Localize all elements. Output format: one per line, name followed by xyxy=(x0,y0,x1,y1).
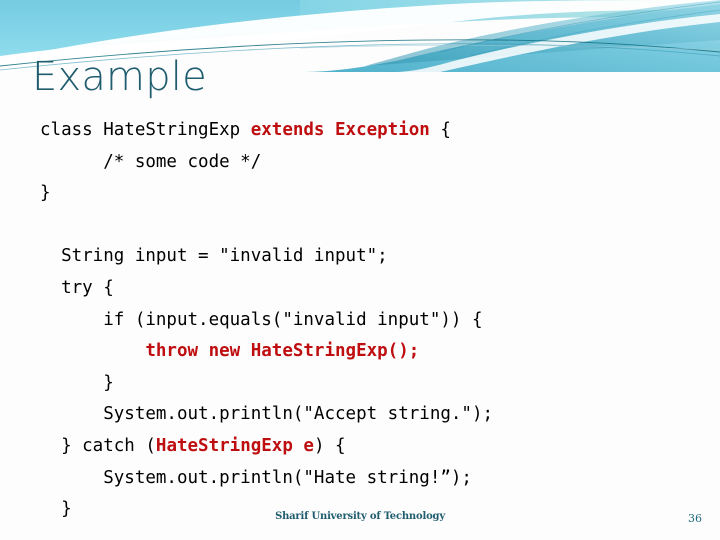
line-class-close: } xyxy=(40,178,690,210)
banner-base-band xyxy=(0,0,720,52)
line-if-close: } xyxy=(40,368,690,400)
code-segment: } xyxy=(40,183,51,204)
code-segment: extends Exception xyxy=(250,120,430,140)
banner-thin-line-3 xyxy=(299,44,720,51)
code-segment: System.out.println("Accept string."); xyxy=(40,404,494,425)
page-number: 36 xyxy=(688,512,702,525)
banner-left-band xyxy=(0,0,300,56)
banner-thin-line-5 xyxy=(469,9,720,57)
banner-right-band-a xyxy=(300,4,720,72)
line-if-equals: if (input.equals("invalid input")) { xyxy=(40,305,690,337)
code-block: class HateStringExp extends Exception { … xyxy=(40,115,690,526)
code-segment: /* some code */ xyxy=(40,151,262,172)
code-segment: try { xyxy=(40,277,114,298)
code-segment: ) { xyxy=(313,435,346,456)
line-gap-1 xyxy=(40,210,690,242)
banner-right-band-b xyxy=(365,0,720,66)
line-try-open: try { xyxy=(40,273,690,305)
code-segment: System.out.println("Hate string!”); xyxy=(40,467,472,488)
line-catch: } catch (HateStringExp e) { xyxy=(40,431,690,463)
line-some-code-comment: /* some code */ xyxy=(40,147,690,179)
banner-thin-line-4 xyxy=(439,1,720,53)
code-segment: String input = "invalid input"; xyxy=(40,246,388,267)
banner-right-sliver xyxy=(395,14,720,72)
code-segment: { xyxy=(429,120,451,140)
code-segment: HateStringExp e xyxy=(155,435,314,456)
line-println-hate: System.out.println("Hate string!”); xyxy=(40,463,690,495)
code-segment: class HateStringExp xyxy=(40,120,251,140)
slide-title: Example xyxy=(32,54,207,100)
slide-canvas: Example class HateStringExp extends Exce… xyxy=(0,0,720,540)
code-segment: throw new HateStringExp(); xyxy=(40,341,420,362)
line-println-accept: System.out.println("Accept string."); xyxy=(40,399,690,431)
line-string-input: String input = "invalid input"; xyxy=(40,241,690,273)
code-segment: } xyxy=(40,372,114,393)
line-throw: throw new HateStringExp(); xyxy=(40,336,690,368)
line-class-decl: class HateStringExp extends Exception { xyxy=(40,115,690,147)
code-segment: } catch ( xyxy=(40,435,156,456)
slide-footer: Sharif University of Technology xyxy=(275,511,445,522)
code-segment: if (input.equals("invalid input")) { xyxy=(40,309,483,330)
